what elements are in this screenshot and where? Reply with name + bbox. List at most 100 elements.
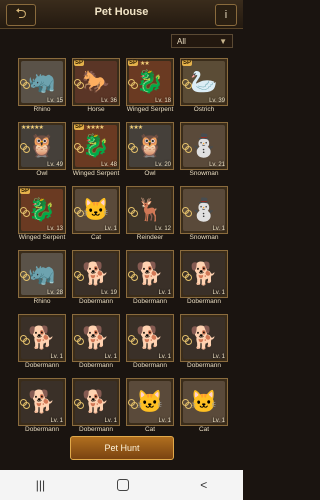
star-rating: ★★	[140, 61, 150, 67]
pet-name: Rhino	[33, 298, 51, 305]
recents-icon[interactable]: |||	[36, 478, 45, 492]
pet-card[interactable]: ⛄ Lv. 21 Snowman	[180, 122, 228, 184]
pet-name: Cat	[90, 234, 102, 241]
pet-portrait-frame: 🐕 Lv. 1	[180, 250, 228, 298]
pet-name: Dobermann	[79, 426, 113, 433]
pet-portrait-frame: ⛄ Lv. 1	[180, 186, 228, 234]
pet-level: Lv. 21	[209, 162, 225, 168]
pet-card[interactable]: 🦏 Lv. 15 Rhino	[18, 58, 66, 120]
pet-level: Lv. 48	[101, 162, 117, 168]
pet-level: Lv. 15	[47, 98, 63, 104]
pet-name: Snowman	[189, 234, 219, 241]
pet-name: Snowman	[189, 170, 219, 177]
pet-name: Cat	[144, 426, 156, 433]
pet-card[interactable]: 🐱 Lv. 1 Cat	[180, 378, 228, 440]
pet-name: Dobermann	[79, 298, 113, 305]
pet-name: Owl	[144, 170, 156, 177]
pet-card[interactable]: 🐎 SP Lv. 36 Horse	[72, 58, 120, 120]
pet-portrait-frame: 🐉 SP Lv. 13	[18, 186, 66, 234]
link-ring-icon	[131, 274, 138, 281]
system-back-icon[interactable]: <	[200, 478, 207, 492]
pet-card[interactable]: 🦌 Lv. 12 Reindeer	[126, 186, 174, 248]
link-ring-icon	[131, 402, 138, 409]
pet-portrait-frame: 🦉 ★★★★★ Lv. 49	[18, 122, 66, 170]
link-ring-icon	[77, 146, 84, 153]
pet-card[interactable]: 🐕 Lv. 1 Dobermann	[18, 378, 66, 440]
pet-level: Lv. 1	[158, 354, 171, 360]
pet-card[interactable]: 🦉 ★★★ Lv. 20 Owl	[126, 122, 174, 184]
pet-card[interactable]: 🐉 SP ★★★★ Lv. 48 Winged Serpent	[72, 122, 120, 184]
link-ring-icon	[77, 338, 84, 345]
pet-card[interactable]: 🐕 Lv. 1 Dobermann	[72, 314, 120, 376]
pet-name: Dobermann	[79, 362, 113, 369]
sp-badge: SP	[182, 60, 193, 66]
pet-card[interactable]: 🐕 Lv. 1 Dobermann	[72, 378, 120, 440]
pet-card[interactable]: 🐕 Lv. 1 Dobermann	[180, 314, 228, 376]
filter-dropdown[interactable]: All ▼	[171, 34, 233, 48]
pet-level: Lv. 1	[50, 418, 63, 424]
link-ring-icon	[185, 402, 192, 409]
pet-level: Lv. 1	[212, 290, 225, 296]
pet-card[interactable]: 🐕 Lv. 19 Dobermann	[72, 250, 120, 312]
pet-name: Winged Serpent	[126, 106, 174, 113]
link-ring-icon	[131, 210, 138, 217]
pet-portrait-frame: 🐱 Lv. 1	[180, 378, 228, 426]
info-button[interactable]: i	[215, 4, 237, 26]
link-ring-icon	[131, 146, 138, 153]
pet-card[interactable]: 🦉 ★★★★★ Lv. 49 Owl	[18, 122, 66, 184]
pet-card[interactable]: 🐱 Lv. 1 Cat	[126, 378, 174, 440]
pet-name: Winged Serpent	[72, 170, 120, 177]
link-ring-icon	[77, 82, 84, 89]
pet-level: Lv. 1	[212, 418, 225, 424]
pet-name: Dobermann	[133, 362, 167, 369]
pet-grid: 🦏 Lv. 15 Rhino 🐎 SP Lv. 36 Horse 🐉 SP ★★ Lv. 18 Win…	[18, 58, 228, 442]
home-icon[interactable]	[116, 479, 129, 491]
star-rating: ★★★★	[86, 125, 104, 131]
pet-card[interactable]: 🐕 Lv. 1 Dobermann	[18, 314, 66, 376]
pet-portrait-frame: 🐕 Lv. 1	[72, 314, 120, 362]
pet-name: Dobermann	[25, 362, 59, 369]
pet-level: Lv. 1	[104, 418, 117, 424]
sp-badge: SP	[74, 60, 85, 66]
pet-level: Lv. 18	[155, 98, 171, 104]
pet-card[interactable]: 🐕 Lv. 1 Dobermann	[126, 314, 174, 376]
pet-name: Ostrich	[193, 106, 215, 113]
pet-portrait-frame: 🐉 SP ★★★★ Lv. 48	[72, 122, 120, 170]
sp-badge: SP	[20, 188, 31, 194]
pet-name: Dobermann	[133, 298, 167, 305]
pet-card[interactable]: 🦢 SP Lv. 39 Ostrich	[180, 58, 228, 120]
pet-level: Lv. 1	[212, 354, 225, 360]
pet-card[interactable]: 🐉 SP ★★ Lv. 18 Winged Serpent	[126, 58, 174, 120]
link-ring-icon	[185, 338, 192, 345]
pet-card[interactable]: 🐕 Lv. 1 Dobermann	[180, 250, 228, 312]
chevron-down-icon: ▼	[219, 36, 227, 46]
pet-card[interactable]: ⛄ Lv. 1 Snowman	[180, 186, 228, 248]
pet-card[interactable]: 🐉 SP Lv. 13 Winged Serpent	[18, 186, 66, 248]
pet-hunt-button[interactable]: Pet Hunt	[70, 436, 174, 460]
filter-selected-value: All	[177, 36, 186, 46]
pet-card[interactable]: 🐱 Lv. 1 Cat	[72, 186, 120, 248]
page-title: Pet House	[94, 6, 149, 18]
pet-level: Lv. 1	[104, 226, 117, 232]
pet-portrait-frame: 🦏 Lv. 15	[18, 58, 66, 106]
link-ring-icon	[185, 274, 192, 281]
pet-name: Dobermann	[187, 298, 221, 305]
pet-portrait-frame: 🦏 Lv. 28	[18, 250, 66, 298]
link-ring-icon	[77, 274, 84, 281]
pet-level: Lv. 36	[101, 98, 117, 104]
pet-card[interactable]: 🐕 Lv. 1 Dobermann	[126, 250, 174, 312]
pet-name: Dobermann	[187, 362, 221, 369]
link-ring-icon	[185, 146, 192, 153]
pet-portrait-frame: 🐕 Lv. 1	[18, 378, 66, 426]
sp-badge: SP	[128, 60, 139, 66]
sp-badge: SP	[74, 124, 85, 130]
pet-level: Lv. 39	[209, 98, 225, 104]
pet-level: Lv. 12	[155, 226, 171, 232]
link-ring-icon	[131, 82, 138, 89]
link-ring-icon	[23, 210, 30, 217]
link-ring-icon	[77, 402, 84, 409]
pet-card[interactable]: 🦏 Lv. 28 Rhino	[18, 250, 66, 312]
pet-name: Reindeer	[136, 234, 164, 241]
pet-portrait-frame: 🐱 Lv. 1	[72, 186, 120, 234]
pet-portrait-frame: 🐱 Lv. 1	[126, 378, 174, 426]
